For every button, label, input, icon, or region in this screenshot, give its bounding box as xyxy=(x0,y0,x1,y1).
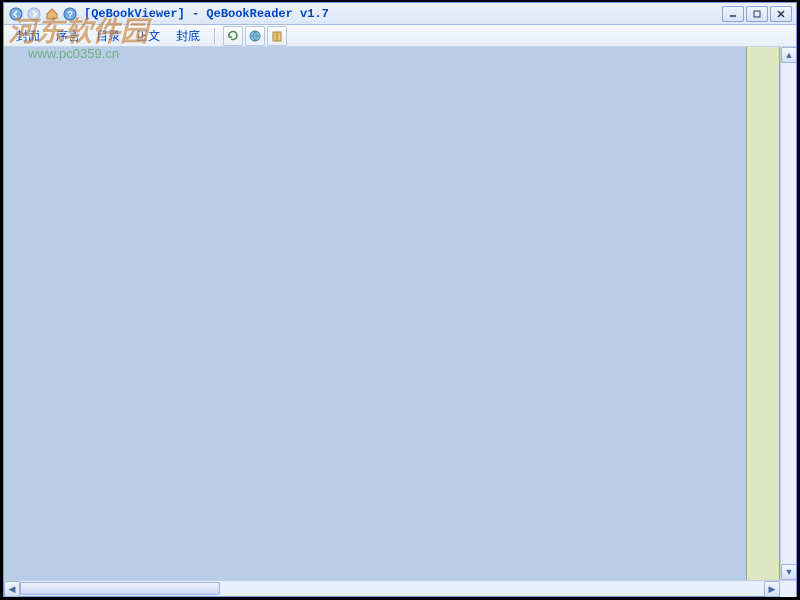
menu-backcover[interactable]: 封底 xyxy=(168,25,208,46)
vscroll-track[interactable] xyxy=(781,63,796,564)
close-button[interactable] xyxy=(770,6,792,22)
maximize-button[interactable] xyxy=(746,6,768,22)
svg-text:?: ? xyxy=(67,10,73,21)
scroll-corner xyxy=(780,581,796,597)
book-button[interactable] xyxy=(267,26,287,46)
hscroll-thumb[interactable] xyxy=(20,582,220,595)
scroll-up-button[interactable]: ▲ xyxy=(781,47,796,63)
minimize-button[interactable] xyxy=(722,6,744,22)
forward-icon[interactable] xyxy=(26,6,42,22)
hscroll-track[interactable] xyxy=(20,581,764,596)
app-window: ? [QeBookViewer] - QeBookReader v1.7 封面 … xyxy=(3,2,797,597)
scroll-left-button[interactable]: ◀ xyxy=(4,581,20,597)
menu-cover[interactable]: 封面 xyxy=(8,25,48,46)
titlebar-icon-group: ? xyxy=(8,6,78,22)
scroll-right-button[interactable]: ▶ xyxy=(764,581,780,597)
scroll-down-button[interactable]: ▼ xyxy=(781,564,796,580)
home-icon[interactable] xyxy=(44,6,60,22)
main-area: ▲ ▼ xyxy=(4,47,796,580)
horizontal-scrollbar[interactable]: ◀ ▶ xyxy=(4,580,796,596)
window-controls xyxy=(722,6,792,22)
menubar: 封面 序言 目录 正文 封底 xyxy=(4,25,796,47)
globe-button[interactable] xyxy=(245,26,265,46)
menu-toc[interactable]: 目录 xyxy=(88,25,128,46)
page-viewport xyxy=(4,47,746,580)
toolbar-separator xyxy=(214,28,216,44)
window-title: [QeBookViewer] - QeBookReader v1.7 xyxy=(84,7,722,21)
menu-preface[interactable]: 序言 xyxy=(48,25,88,46)
help-icon[interactable]: ? xyxy=(62,6,78,22)
back-icon[interactable] xyxy=(8,6,24,22)
refresh-button[interactable] xyxy=(223,26,243,46)
page-edge-strip xyxy=(746,47,780,580)
content-area: ▲ ▼ ◀ ▶ xyxy=(4,47,796,596)
vertical-scrollbar[interactable]: ▲ ▼ xyxy=(780,47,796,580)
titlebar: ? [QeBookViewer] - QeBookReader v1.7 xyxy=(4,3,796,25)
menu-body[interactable]: 正文 xyxy=(128,25,168,46)
